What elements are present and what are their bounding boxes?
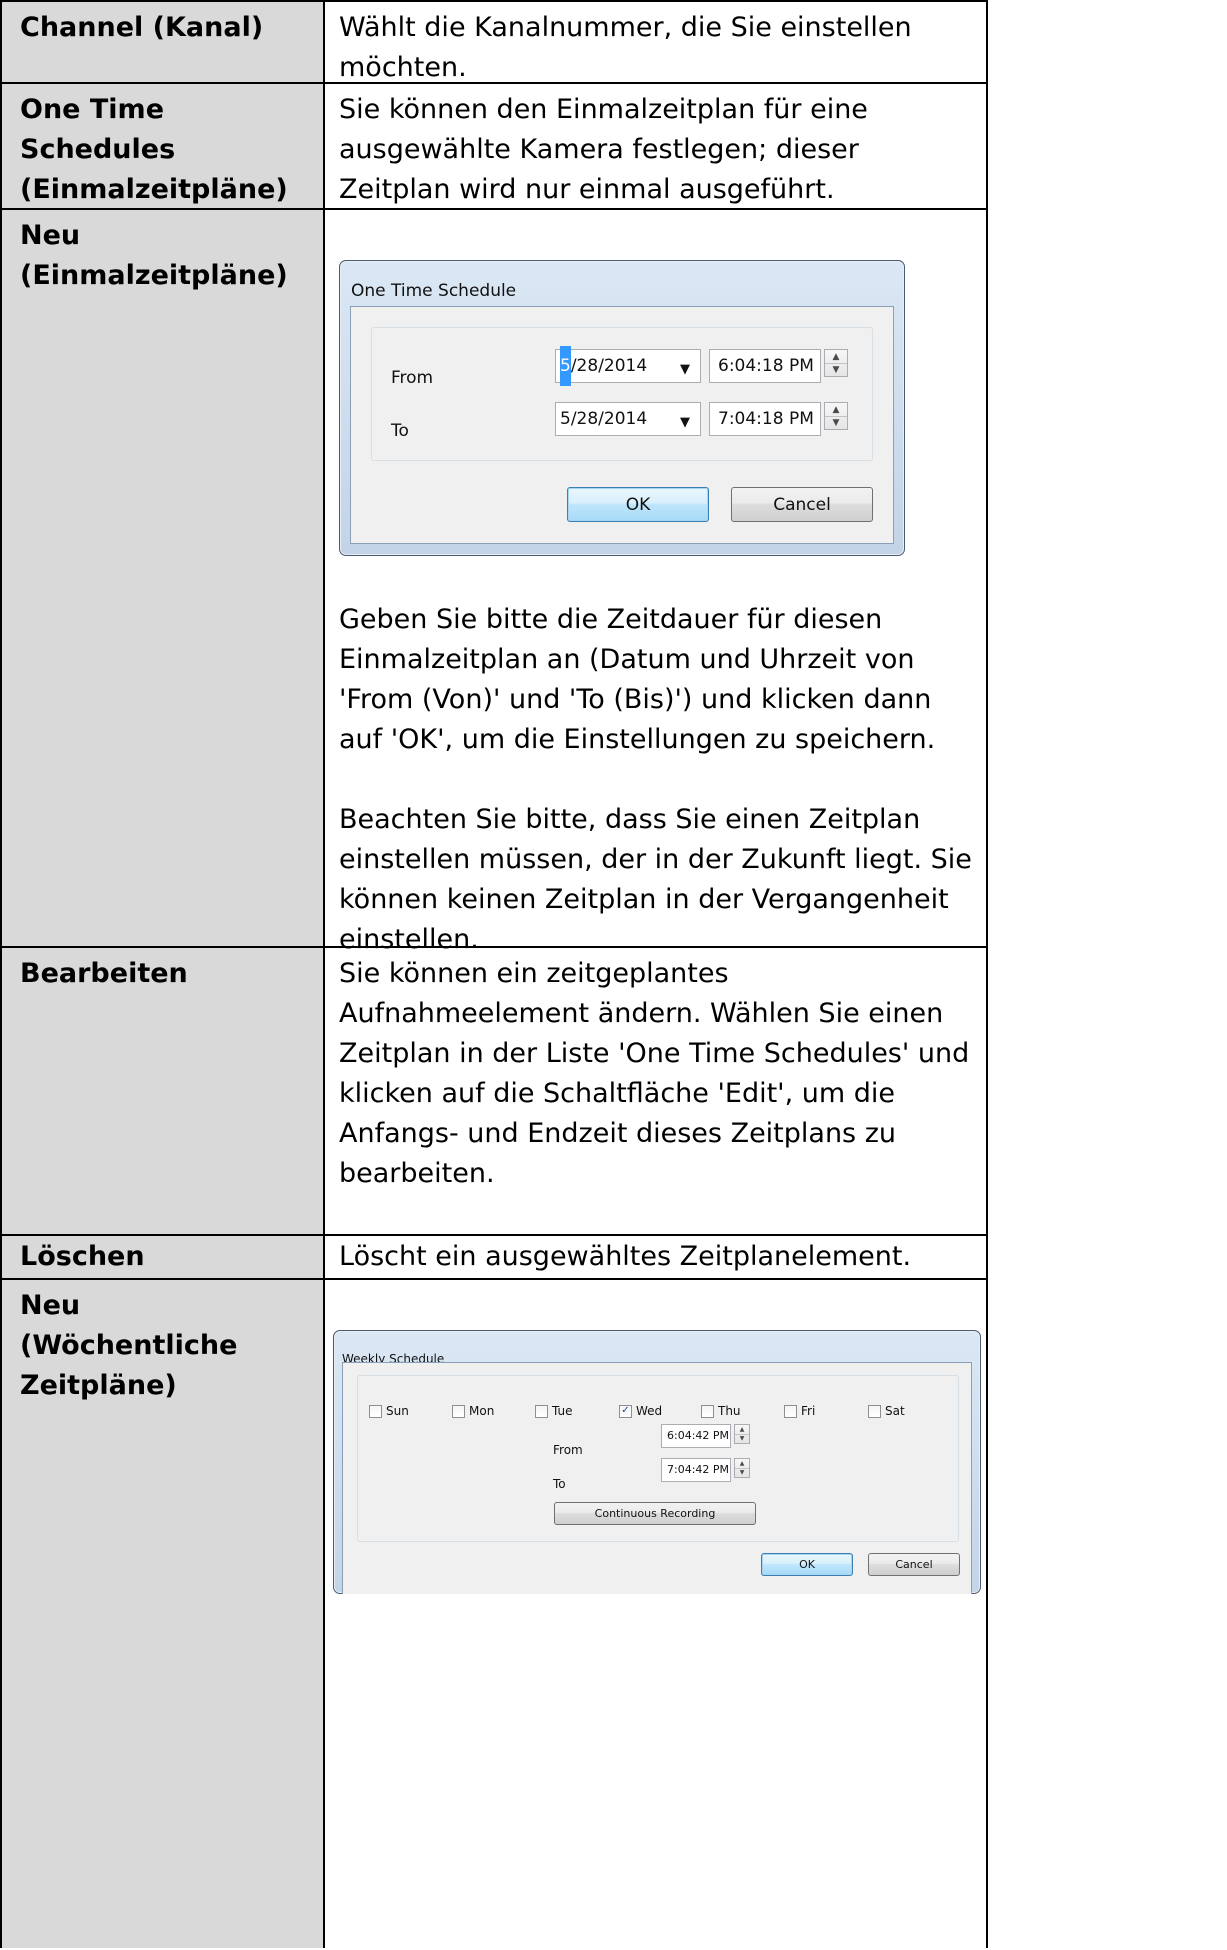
checkbox-tue[interactable]: Tue	[535, 1391, 573, 1431]
table-row: Bearbeiten Sie können ein zeitgeplantes …	[0, 948, 988, 1236]
table-row: Löschen Löscht ein ausgewähltes Zeitplan…	[0, 1236, 988, 1280]
checkbox-label: Fri	[801, 1404, 816, 1418]
ok-button[interactable]: OK	[567, 487, 709, 522]
dialog-body: Sun Mon Tue ✓ Wed Thu Fri Sat From 6:04:…	[342, 1362, 972, 1594]
dialog-title: One Time Schedule	[351, 281, 517, 301]
row-description: Sie können den Einmalzeitplan für eine a…	[325, 84, 986, 208]
row-label-line: One Time Schedules	[20, 94, 176, 165]
to-time-field[interactable]: 7:04:42 PM	[661, 1458, 731, 1482]
checkbox-label: Mon	[469, 1404, 495, 1418]
from-date-selected-part: 5	[560, 346, 571, 386]
ok-button[interactable]: OK	[761, 1553, 853, 1576]
checkbox-fri[interactable]: Fri	[784, 1391, 815, 1431]
to-date-value: 5/28/2014	[560, 409, 648, 429]
spin-down-icon[interactable]: ▼	[825, 363, 847, 376]
document-table: Channel (Kanal) Wählt die Kanalnummer, d…	[0, 0, 988, 1948]
checkbox-sat[interactable]: Sat	[868, 1391, 905, 1431]
table-row: Neu (Einmalzeitpläne) One Time Schedule …	[0, 210, 988, 955]
description-text: Beachten Sie bitte, dass Sie einen Zeitp…	[339, 804, 972, 955]
cancel-button[interactable]: Cancel	[731, 487, 873, 522]
from-date-rest: /28/2014	[570, 356, 648, 376]
checkbox-wed[interactable]: ✓ Wed	[619, 1391, 662, 1431]
check-icon[interactable]: ✓	[619, 1404, 632, 1418]
row-label-line: Channel (Kanal)	[20, 12, 264, 43]
row-label-line: (Einmalzeitpläne)	[20, 260, 288, 291]
row-label: Neu (Wöchentliche Zeitpläne)	[2, 1280, 325, 1948]
to-label: To	[553, 1477, 566, 1491]
row-label: Channel (Kanal)	[2, 2, 325, 82]
cancel-button[interactable]: Cancel	[868, 1553, 960, 1576]
row-label-line: Neu	[20, 1290, 81, 1321]
chevron-down-icon[interactable]: ▼	[680, 350, 690, 390]
from-time-field[interactable]: 6:04:18 PM	[709, 349, 821, 383]
one-time-schedule-dialog: One Time Schedule From 5/28/2014 ▼ 6:04:…	[339, 260, 905, 556]
row-label: Bearbeiten	[2, 948, 325, 1234]
table-row: Neu (Wöchentliche Zeitpläne) Weekly Sche…	[0, 1280, 988, 1948]
from-label: From	[391, 368, 434, 388]
row-description: Löscht ein ausgewähltes Zeitplanelement.	[325, 1236, 986, 1278]
checkbox-sun[interactable]: Sun	[369, 1391, 409, 1431]
checkbox-label: Sat	[885, 1404, 905, 1418]
weekly-schedule-dialog: Weekly Schedule Sun Mon Tue ✓ Wed Thu Fr…	[333, 1330, 981, 1594]
checkbox-box[interactable]	[369, 1404, 382, 1418]
to-time-field[interactable]: 7:04:18 PM	[709, 402, 821, 436]
checkbox-box[interactable]	[535, 1404, 548, 1418]
to-label: To	[391, 421, 409, 441]
row-label-line: Neu	[20, 220, 81, 251]
checkbox-box[interactable]	[452, 1404, 465, 1418]
continuous-recording-button[interactable]: Continuous Recording	[554, 1502, 756, 1525]
description-text: Wählt die Kanalnummer, die Sie einstelle…	[339, 12, 912, 83]
row-label-line: Bearbeiten	[20, 958, 188, 989]
row-description: Weekly Schedule Sun Mon Tue ✓ Wed Thu Fr…	[325, 1280, 986, 1948]
from-time-spinner[interactable]: ▲ ▼	[734, 1424, 750, 1444]
row-label: One Time Schedules (Einmalzeitpläne)	[2, 84, 325, 208]
checkbox-label: Sun	[386, 1404, 409, 1418]
from-time-value: 6:04:18 PM	[718, 356, 814, 376]
row-description: One Time Schedule From 5/28/2014 ▼ 6:04:…	[325, 210, 986, 955]
checkbox-box[interactable]	[868, 1404, 881, 1418]
checkbox-label: Tue	[552, 1404, 573, 1418]
spin-down-icon[interactable]: ▼	[735, 1468, 749, 1477]
row-label-line: Zeitpläne)	[20, 1370, 177, 1401]
row-description: Sie können ein zeitgeplantes Aufnahmeele…	[325, 948, 986, 1234]
row-label: Neu (Einmalzeitpläne)	[2, 210, 325, 946]
checkbox-label: Wed	[636, 1404, 663, 1418]
checkbox-box[interactable]	[784, 1404, 797, 1418]
to-time-spinner[interactable]: ▲ ▼	[734, 1458, 750, 1478]
checkbox-mon[interactable]: Mon	[452, 1391, 494, 1431]
table-row: One Time Schedules (Einmalzeitpläne) Sie…	[0, 84, 988, 210]
table-row: Channel (Kanal) Wählt die Kanalnummer, d…	[0, 0, 988, 84]
description-text: Geben Sie bitte die Zeitdauer für diesen…	[339, 604, 936, 755]
to-time-spinner[interactable]: ▲ ▼	[824, 402, 848, 430]
row-label-line: Löschen	[20, 1241, 145, 1272]
spin-down-icon[interactable]: ▼	[825, 416, 847, 429]
from-time-field[interactable]: 6:04:42 PM	[661, 1424, 731, 1448]
spin-down-icon[interactable]: ▼	[735, 1434, 749, 1443]
row-label: Löschen	[2, 1236, 325, 1278]
description-text: Sie können ein zeitgeplantes Aufnahmeele…	[339, 958, 970, 1189]
description-text: Sie können den Einmalzeitplan für eine a…	[339, 94, 868, 205]
chevron-down-icon[interactable]: ▼	[680, 403, 690, 443]
description-text: Löscht ein ausgewähltes Zeitplanelement.	[339, 1241, 912, 1272]
to-time-value: 7:04:42 PM	[667, 1463, 730, 1476]
row-label-line: (Einmalzeitpläne)	[20, 174, 288, 205]
to-time-value: 7:04:18 PM	[718, 409, 814, 429]
from-time-spinner[interactable]: ▲ ▼	[824, 349, 848, 377]
row-description: Wählt die Kanalnummer, die Sie einstelle…	[325, 2, 986, 83]
to-date-picker[interactable]: 5/28/2014 ▼	[555, 402, 701, 436]
row-label-line: (Wöchentliche	[20, 1330, 238, 1361]
dialog-body: From 5/28/2014 ▼ 6:04:18 PM ▲ ▼ To 5/28/	[350, 306, 894, 544]
from-date-picker[interactable]: 5/28/2014 ▼	[555, 346, 701, 386]
